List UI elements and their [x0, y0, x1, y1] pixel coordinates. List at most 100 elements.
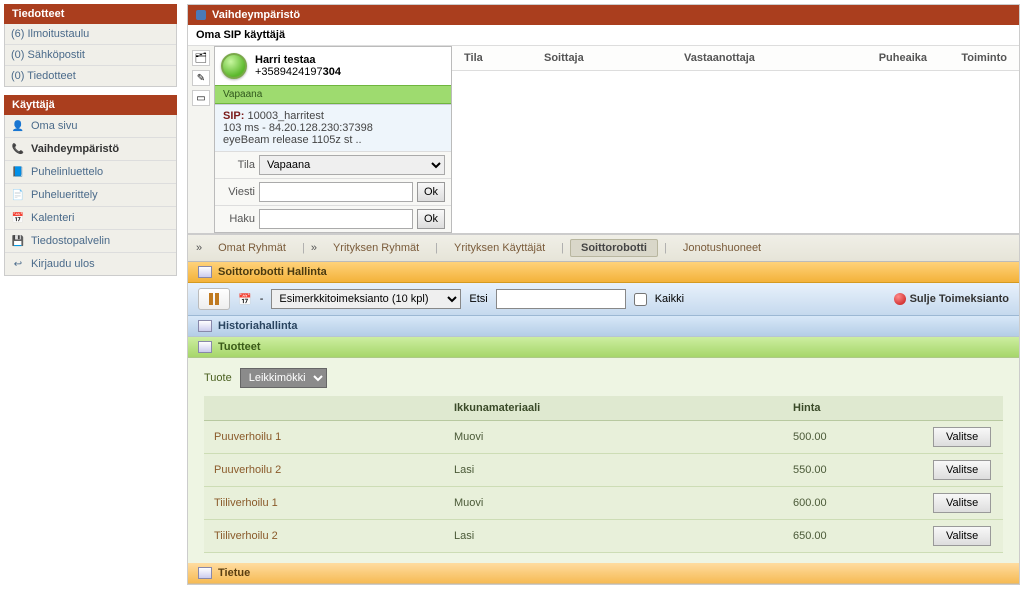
- table-row: Puuverhoilu 2Lasi550.00 Valitse: [204, 454, 1003, 487]
- viesti-input[interactable]: [259, 182, 413, 202]
- tila-label: Tila: [221, 159, 255, 171]
- nav-ilmoitustaulu[interactable]: (6) Ilmoitustaulu: [5, 24, 176, 45]
- nav-sahkopostit[interactable]: (0) Sähköpostit: [5, 45, 176, 66]
- col-soittaja: Soittaja: [532, 46, 672, 70]
- tab-bar: »Omat Ryhmät| »Yrityksen Ryhmät| Yrityks…: [188, 234, 1019, 262]
- close-assignment-button[interactable]: Sulje Toimeksianto: [894, 293, 1009, 305]
- kaikki-checkbox[interactable]: [634, 293, 647, 306]
- haku-label: Haku: [221, 213, 255, 225]
- col-tila: Tila: [452, 46, 532, 70]
- list-icon: 📄: [11, 188, 25, 202]
- main-panel: Vaihdeympäristö Oma SIP käyttäjä 🗂 ✎ ▭ H…: [187, 4, 1020, 585]
- valitse-button[interactable]: Valitse: [933, 460, 991, 480]
- table-row: Tiiliverhoilu 2Lasi650.00 Valitse: [204, 520, 1003, 553]
- product-material: Muovi: [444, 487, 783, 520]
- col-ikkunamateriaali: Ikkunamateriaali: [444, 396, 783, 421]
- nav-puheluerittely[interactable]: 📄Puheluerittely: [5, 184, 176, 207]
- viesti-label: Viesti: [221, 186, 255, 198]
- box-icon: [198, 320, 212, 332]
- products-header[interactable]: Tuotteet: [188, 337, 1019, 358]
- nav-puhelinluettelo[interactable]: 📘Puhelinluettelo: [5, 161, 176, 184]
- col-vastaanottaja: Vastaanottaja: [672, 46, 829, 70]
- nav-kirjaudu-ulos[interactable]: ↩Kirjaudu ulos: [5, 253, 176, 275]
- haku-input[interactable]: [259, 209, 413, 229]
- product-name: Puuverhoilu 2: [204, 454, 444, 487]
- col-toiminto: Toiminto: [939, 46, 1019, 70]
- tool-card-icon[interactable]: 🗂: [192, 50, 210, 66]
- user-tools: 🗂 ✎ ▭: [188, 46, 214, 233]
- assignment-select[interactable]: Esimerkkitoimeksianto (10 kpl): [271, 289, 461, 309]
- server-icon: 💾: [11, 234, 25, 248]
- valitse-button[interactable]: Valitse: [933, 427, 991, 447]
- logout-icon: ↩: [11, 257, 25, 271]
- user-card: Harri testaa +3589424197304 Vapaana SIP:…: [214, 46, 452, 233]
- tuote-label: Tuote: [204, 372, 232, 384]
- etsi-input[interactable]: [496, 289, 626, 309]
- tab-yrityksen-ryhmat[interactable]: Yrityksen Ryhmät: [323, 240, 429, 256]
- user-header: Käyttäjä: [4, 95, 177, 115]
- kaikki-label: Kaikki: [655, 293, 684, 305]
- tuote-select[interactable]: Leikkimökki: [240, 368, 327, 388]
- valitse-button[interactable]: Valitse: [933, 493, 991, 513]
- pause-button[interactable]: [198, 288, 230, 310]
- table-row: Tiiliverhoilu 1Muovi600.00 Valitse: [204, 487, 1003, 520]
- col-puheaika: Puheaika: [829, 46, 939, 70]
- box-icon: [198, 341, 212, 353]
- window-icon: [196, 10, 206, 20]
- product-name: Tiiliverhoilu 1: [204, 487, 444, 520]
- tool-edit-icon[interactable]: ✎: [192, 70, 210, 86]
- tab-yrityksen-kayttajat[interactable]: Yrityksen Käyttäjät: [444, 240, 555, 256]
- col-hinta: Hinta: [783, 396, 923, 421]
- valitse-button[interactable]: Valitse: [933, 526, 991, 546]
- product-material: Muovi: [444, 421, 783, 454]
- presence-icon: [221, 53, 247, 79]
- nav-oma-sivu[interactable]: 👤Oma sivu: [5, 115, 176, 138]
- user-area: 🗂 ✎ ▭ Harri testaa +3589424197304 Vapaan…: [188, 46, 1019, 234]
- book-icon: 📘: [11, 165, 25, 179]
- main-header: Vaihdeympäristö: [188, 5, 1019, 25]
- box-icon: [198, 266, 212, 278]
- tab-omat-ryhmat[interactable]: Omat Ryhmät: [208, 240, 296, 256]
- sidebar: Tiedotteet (6) Ilmoitustaulu (0) Sähköpo…: [4, 4, 177, 585]
- robot-toolbar: 📅 - Esimerkkitoimeksianto (10 kpl) Etsi …: [188, 283, 1019, 316]
- nav-kalenteri[interactable]: 📅Kalenteri: [5, 207, 176, 230]
- robot-header: Soittorobotti Hallinta: [188, 262, 1019, 283]
- calendar-small-icon[interactable]: 📅: [238, 293, 252, 306]
- tila-select[interactable]: Vapaana: [259, 155, 445, 175]
- announcements-header: Tiedotteet: [4, 4, 177, 24]
- products-table: Ikkunamateriaali Hinta Puuverhoilu 1Muov…: [204, 396, 1003, 553]
- nav-tiedostopalvelin[interactable]: 💾Tiedostopalvelin: [5, 230, 176, 253]
- user-status: Vapaana: [215, 85, 451, 104]
- tab-soittorobotti[interactable]: Soittorobotti: [570, 239, 658, 257]
- call-grid: Tila Soittaja Vastaanottaja Puheaika Toi…: [452, 46, 1019, 233]
- tab-jonotushuoneet[interactable]: Jonotushuoneet: [673, 240, 771, 256]
- call-columns: Tila Soittaja Vastaanottaja Puheaika Toi…: [452, 46, 1019, 71]
- user-icon: 👤: [11, 119, 25, 133]
- box-icon: [198, 567, 212, 579]
- tietue-header[interactable]: Tietue: [188, 563, 1019, 584]
- sip-info: SIP: 10003_harritest 103 ms - 84.20.128.…: [215, 104, 451, 151]
- product-material: Lasi: [444, 520, 783, 553]
- phone-icon: 📞: [11, 142, 25, 156]
- product-price: 550.00: [783, 454, 923, 487]
- product-name: Tiiliverhoilu 2: [204, 520, 444, 553]
- user-name: Harri testaa: [255, 54, 341, 66]
- user-panel: 👤Oma sivu 📞Vaihdeympäristö 📘Puhelinluett…: [4, 115, 177, 276]
- calendar-icon: 📅: [11, 211, 25, 225]
- etsi-label: Etsi: [469, 293, 487, 305]
- announcements-panel: (6) Ilmoitustaulu (0) Sähköpostit (0) Ti…: [4, 24, 177, 87]
- tool-note-icon[interactable]: ▭: [192, 90, 210, 106]
- haku-ok-button[interactable]: Ok: [417, 209, 445, 229]
- products-body: Tuote Leikkimökki Ikkunamateriaali Hinta…: [188, 358, 1019, 563]
- table-row: Puuverhoilu 1Muovi500.00 Valitse: [204, 421, 1003, 454]
- product-name: Puuverhoilu 1: [204, 421, 444, 454]
- viesti-ok-button[interactable]: Ok: [417, 182, 445, 202]
- product-material: Lasi: [444, 454, 783, 487]
- history-header[interactable]: Historiahallinta: [188, 316, 1019, 337]
- product-price: 500.00: [783, 421, 923, 454]
- nav-tiedotteet[interactable]: (0) Tiedotteet: [5, 66, 176, 86]
- product-price: 650.00: [783, 520, 923, 553]
- product-price: 600.00: [783, 487, 923, 520]
- user-phone: +3589424197304: [255, 66, 341, 78]
- nav-vaihdeymparisto[interactable]: 📞Vaihdeympäristö: [5, 138, 176, 161]
